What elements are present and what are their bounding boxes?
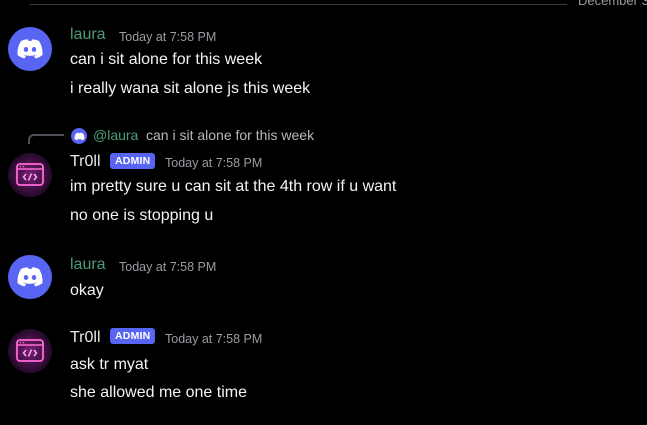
username[interactable]: Tr0ll: [70, 153, 101, 171]
avatar[interactable]: [8, 255, 52, 299]
code-window-icon: [8, 329, 52, 373]
date-divider: December 3: [0, 0, 647, 10]
reply-preview-text[interactable]: can i sit alone for this week: [146, 127, 314, 143]
reply-avatar[interactable]: [71, 128, 87, 144]
timestamp: Today at 7:58 PM: [165, 332, 263, 346]
discord-logo-icon: [17, 267, 43, 287]
avatar[interactable]: [8, 329, 52, 373]
message-text: okay: [70, 282, 104, 299]
timestamp: Today at 7:58 PM: [119, 30, 217, 44]
message-text: she allowed me one time: [70, 384, 247, 401]
discord-logo-icon: [74, 132, 84, 140]
message-text: i really wana sit alone js this week: [70, 80, 311, 97]
reply-spine: [28, 134, 64, 144]
avatar[interactable]: [8, 27, 52, 71]
message-text: im pretty sure u can sit at the 4th row …: [70, 178, 397, 195]
reply-mention[interactable]: @laura: [93, 127, 138, 143]
username[interactable]: Tr0ll: [70, 329, 101, 347]
discord-logo-icon: [17, 39, 43, 59]
message-text: can i sit alone for this week: [70, 51, 263, 68]
username[interactable]: laura: [70, 26, 106, 44]
admin-badge: ADMIN: [110, 328, 156, 344]
code-window-icon: [8, 153, 52, 197]
avatar[interactable]: [8, 153, 52, 197]
message-text: ask tr myat: [70, 356, 149, 373]
admin-badge: ADMIN: [110, 153, 156, 169]
date-divider-line: [30, 4, 567, 5]
timestamp: Today at 7:58 PM: [119, 260, 217, 274]
date-divider-label: December 3: [578, 0, 647, 8]
timestamp: Today at 7:58 PM: [165, 156, 263, 170]
message-text: no one is stopping u: [70, 207, 214, 224]
username[interactable]: laura: [70, 256, 106, 274]
